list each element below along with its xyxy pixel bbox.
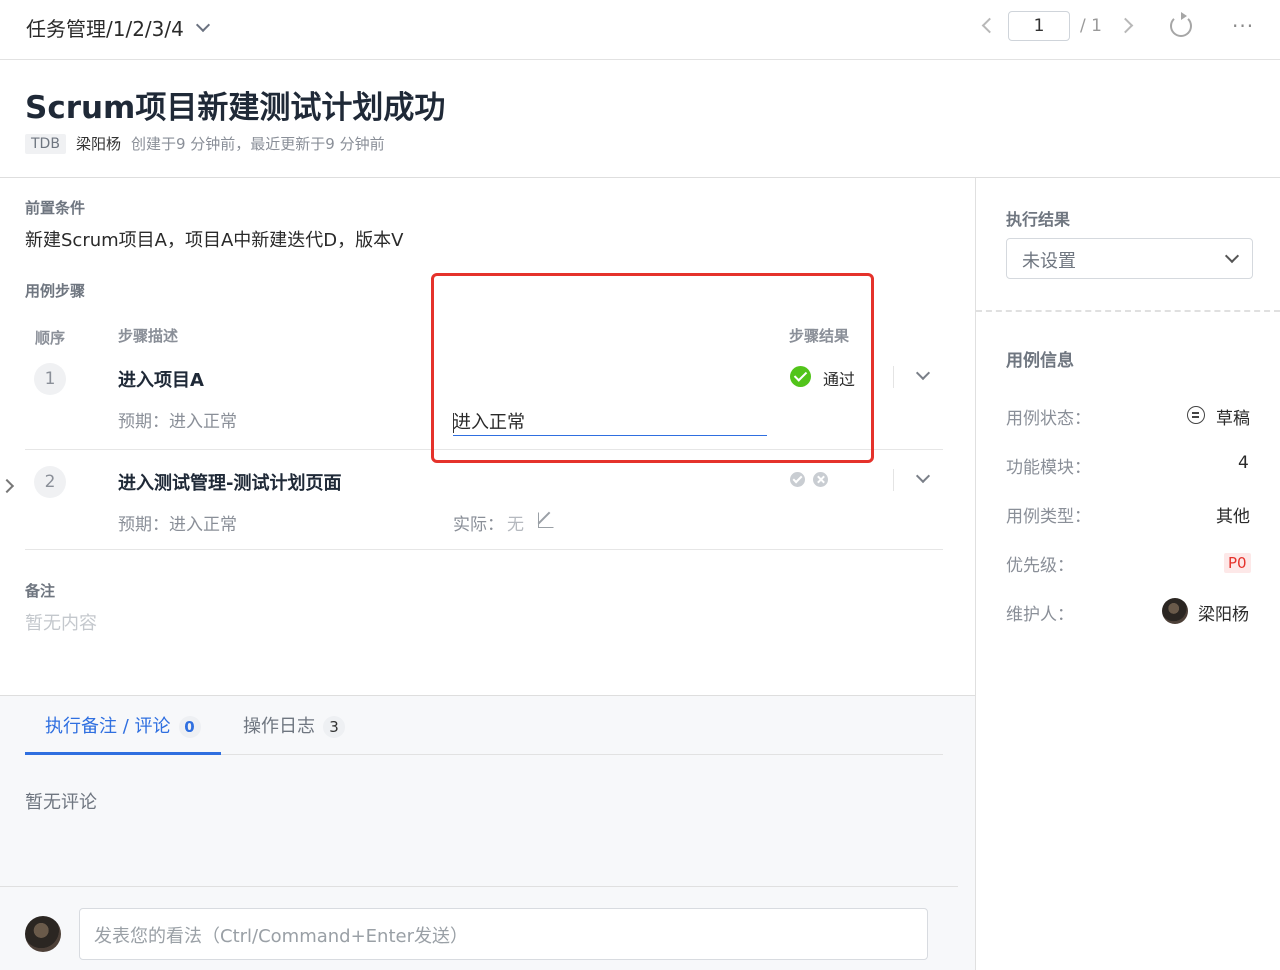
remark-empty: 暂无内容 [25,613,97,634]
type-label: 用例类型： [1006,507,1091,527]
step-1-expected: 预期：进入正常 [118,412,237,432]
page-total: / 1 [1080,16,1102,36]
status-label: 用例状态： [1006,409,1091,429]
tab-comments[interactable]: 执行备注 / 评论 0 [45,712,201,738]
maintainer-value: 梁阳杨 [1198,605,1249,625]
tab-log-count: 3 [323,716,345,738]
comment-input[interactable]: 发表您的看法（Ctrl/Command+Enter发送） [79,908,928,960]
expand-step-2-icon[interactable] [915,468,931,484]
exec-result-label: 执行结果 [1006,210,1071,229]
divider [976,310,1280,312]
divider [893,469,894,491]
breadcrumb-text: 任务管理/1/2/3/4 [26,17,184,41]
author-name: 梁阳杨 [75,135,121,153]
step-2-seq: 2 [34,466,66,498]
step-2-expected: 预期：进入正常 [118,515,237,535]
tab-operation-log[interactable]: 操作日志 3 [243,712,345,738]
precondition-text: 新建Scrum项目A，项目A中新建迭代D，版本V [25,230,404,251]
draft-status-icon [1187,406,1205,424]
case-tag: TDB [25,133,66,154]
step-1-title: 进入项目A [118,370,204,391]
step-2-title: 进入测试管理-测试计划页面 [118,473,342,494]
edit-icon[interactable] [538,512,554,528]
case-meta: TDB 梁阳杨 创建于9 分钟前，最近更新于9 分钟前 [25,133,385,154]
remark-label: 备注 [25,582,56,600]
breadcrumb[interactable]: 任务管理/1/2/3/4 [26,13,210,42]
avatar [25,916,61,952]
col-desc: 步骤描述 [118,327,179,345]
module-value: 4 [1238,453,1249,473]
pass-check-icon[interactable] [790,472,805,487]
tab-comments-count: 0 [178,716,201,738]
page-number-input[interactable]: 1 [1008,11,1070,41]
divider [25,549,943,550]
comments-empty: 暂无评论 [25,792,97,813]
tab-log-label: 操作日志 [243,716,315,737]
exec-result-select[interactable]: 未设置 [1006,238,1253,279]
chevron-right-icon[interactable] [0,478,15,494]
tab-comments-label: 执行备注 / 评论 [45,716,171,737]
type-value: 其他 [1216,507,1250,527]
priority-label: 优先级： [1006,556,1074,576]
more-icon[interactable]: ··· [1232,14,1254,38]
col-seq: 顺序 [35,329,66,347]
module-label: 功能模块： [1006,458,1091,478]
fail-x-icon[interactable] [813,472,828,487]
active-tab-indicator [25,752,221,755]
step-2-actual-value: 无 [507,515,524,535]
divider [0,886,958,887]
maintainer-label: 维护人： [1006,605,1074,625]
steps-label: 用例步骤 [25,282,86,300]
highlight-box [431,273,874,463]
divider [893,366,894,388]
avatar [1162,598,1188,624]
page-title: Scrum项目新建测试计划成功 [25,90,446,126]
meta-timestamps: 创建于9 分钟前，最近更新于9 分钟前 [130,135,385,153]
step-2-actual-label: 实际： [453,515,504,535]
status-value: 草稿 [1216,409,1250,429]
priority-badge: P0 [1224,553,1251,573]
step-1-seq: 1 [34,363,66,395]
refresh-icon[interactable] [1170,12,1192,37]
case-info-title: 用例信息 [1006,351,1074,371]
chevron-down-icon [195,17,210,32]
exec-result-value: 未设置 [1022,251,1076,272]
expand-step-1-icon[interactable] [915,365,931,381]
precondition-label: 前置条件 [25,199,86,217]
